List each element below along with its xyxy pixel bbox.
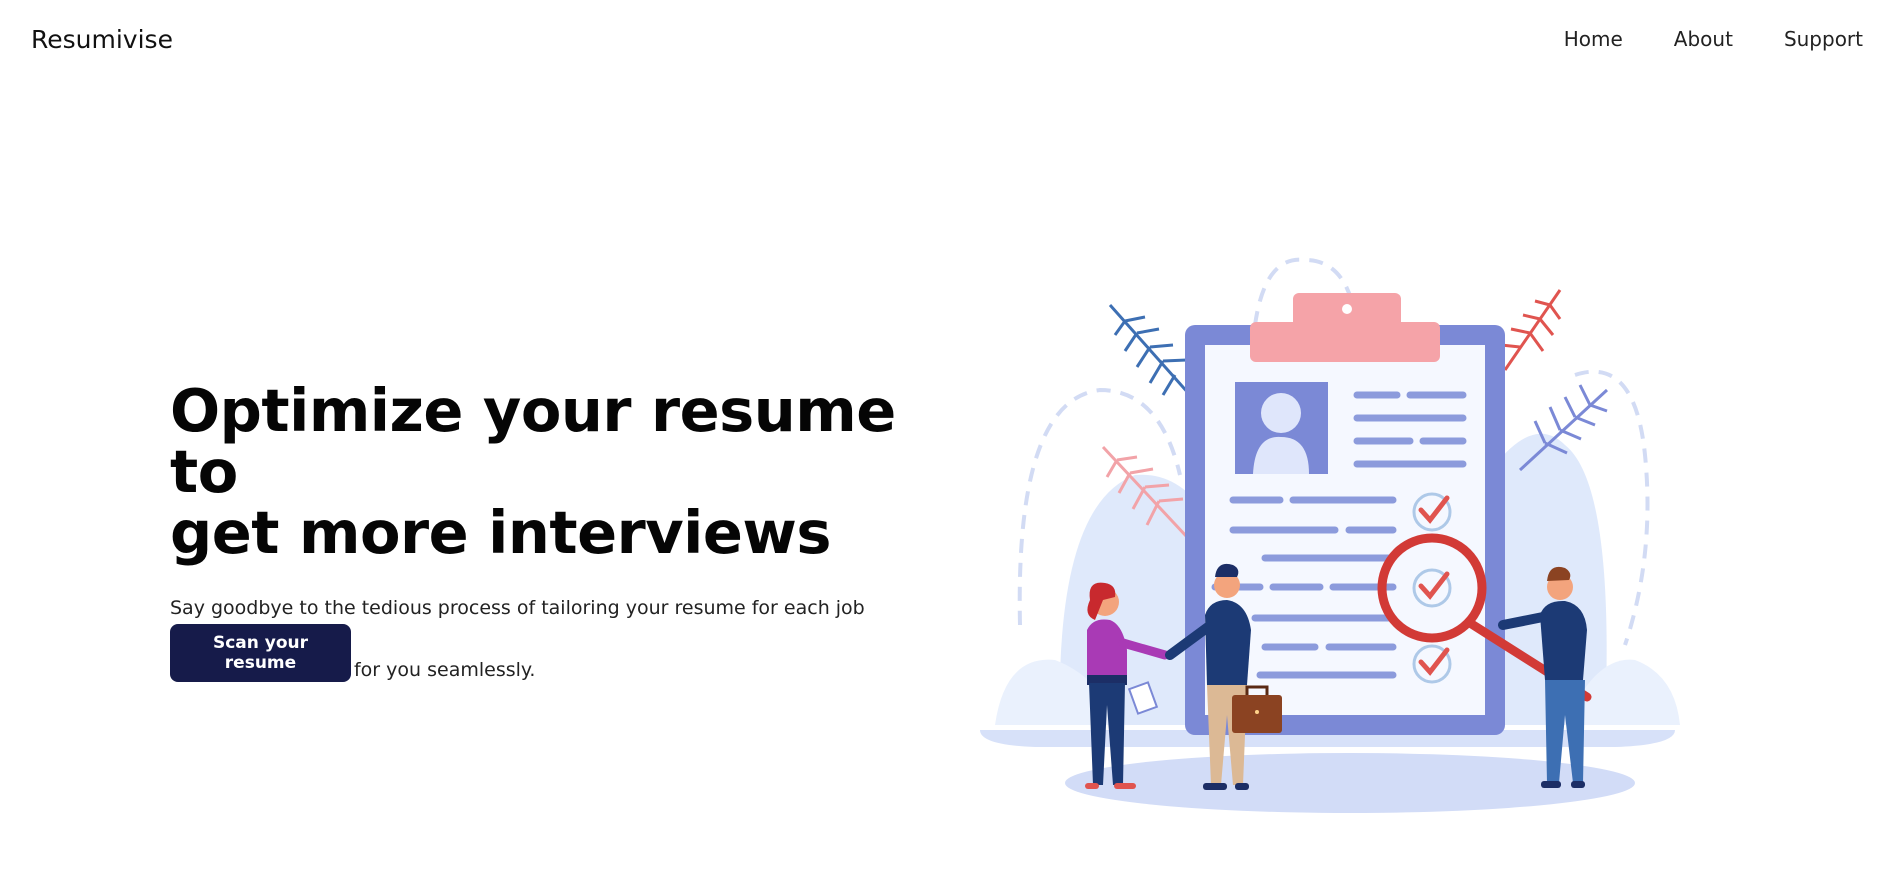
hero-illustration xyxy=(975,255,1705,815)
hero-title-line2: get more interviews xyxy=(170,498,832,567)
brand-logo[interactable]: Resumivise xyxy=(31,23,173,57)
hero-section: Optimize your resume to get more intervi… xyxy=(170,380,960,686)
nav-menu: Home About Support xyxy=(1513,24,1863,54)
hero-title: Optimize your resume to get more intervi… xyxy=(170,380,960,563)
nav-link-about[interactable]: About xyxy=(1674,24,1733,54)
top-navbar: Resumivise Home About Support xyxy=(0,0,1893,80)
nav-link-home[interactable]: Home xyxy=(1564,24,1623,54)
nav-link-support[interactable]: Support xyxy=(1784,24,1863,54)
leaf-icon xyxy=(1108,304,1192,396)
resume-review-illustration xyxy=(980,257,1680,813)
hero-title-line1: Optimize your resume to xyxy=(170,376,896,506)
scan-resume-button[interactable]: Scan your resume xyxy=(170,624,351,682)
leaf-icon xyxy=(1500,289,1562,371)
